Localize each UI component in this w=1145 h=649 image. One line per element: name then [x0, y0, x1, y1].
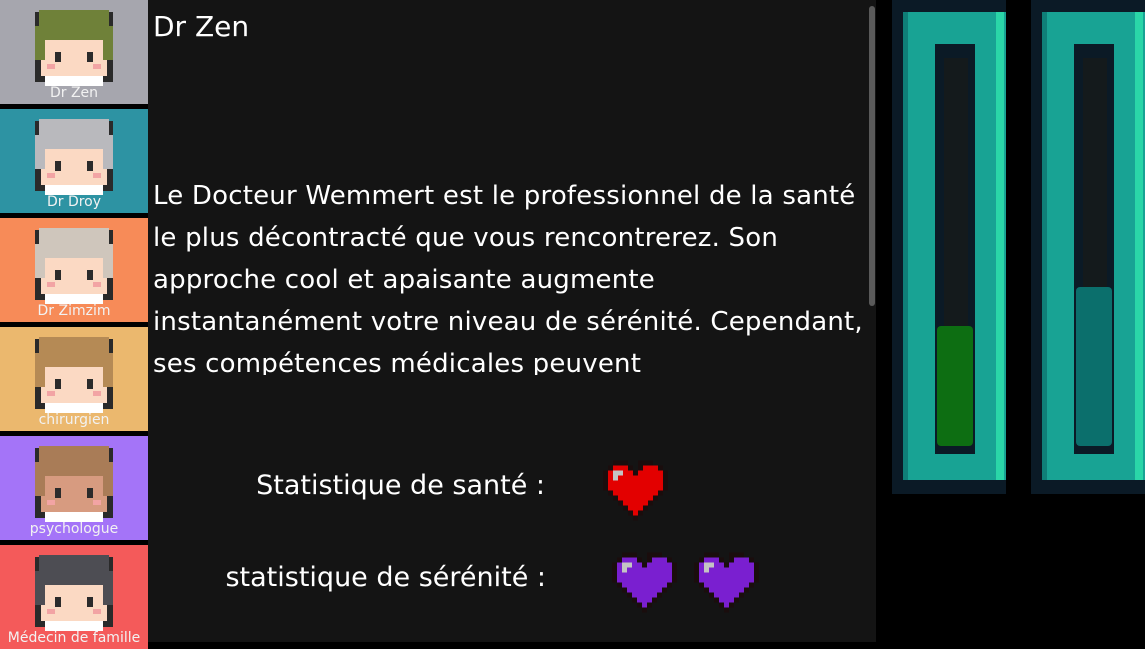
gauge-1 [1031, 0, 1145, 494]
character-portrait [35, 555, 113, 631]
character-card-4[interactable]: psychologue [0, 436, 148, 540]
health-stat-label: Statistique de santé : [256, 470, 545, 501]
character-portrait [35, 119, 113, 195]
character-card-label: Dr Zimzim [37, 303, 111, 319]
character-card-label: Dr Droy [46, 194, 102, 210]
character-card-label: chirurgien [38, 412, 110, 428]
character-portrait [35, 337, 113, 413]
character-card-2[interactable]: Dr Zimzim [0, 218, 148, 322]
character-portrait [35, 10, 113, 86]
character-name: Dr Zen [153, 10, 250, 43]
character-card-label: Dr Zen [49, 85, 99, 101]
character-card-1[interactable]: Dr Droy [0, 109, 148, 213]
character-portrait [35, 228, 113, 304]
heart-icon [603, 460, 668, 521]
character-card-3[interactable]: chirurgien [0, 327, 148, 431]
description-scrollbar[interactable] [869, 6, 875, 306]
heart-icon [694, 552, 759, 613]
character-description[interactable]: Le Docteur Wemmert est le professionnel … [153, 175, 865, 375]
character-card-label: psychologue [29, 521, 119, 537]
character-card-0[interactable]: Dr Zen [0, 0, 148, 104]
character-list: Dr Zen Dr Droy Dr Zimzim chirurgien psycholo… [0, 0, 148, 649]
serenity-stat-label: statistique de sérénité : [225, 562, 546, 593]
heart-icon [612, 552, 677, 613]
gauge-0 [892, 0, 1006, 494]
character-card-label: Médecin de famille [7, 630, 141, 646]
character-card-5[interactable]: Médecin de famille [0, 545, 148, 649]
character-detail-panel: Dr Zen Le Docteur Wemmert est le profess… [148, 0, 876, 642]
character-portrait [35, 446, 113, 522]
